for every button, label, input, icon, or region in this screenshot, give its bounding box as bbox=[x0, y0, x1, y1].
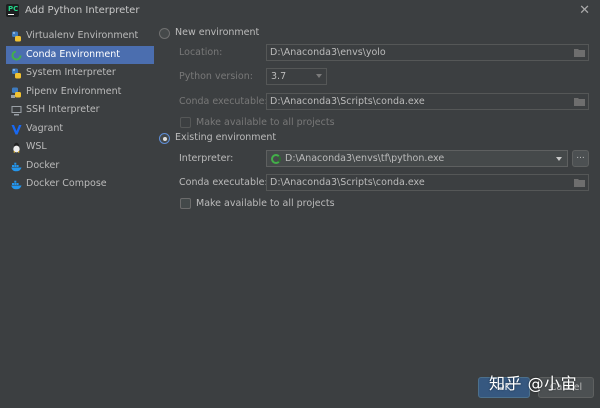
new-environment-label: New environment bbox=[175, 27, 260, 38]
location-field: D:\Anaconda3\envs\yolo bbox=[266, 44, 589, 61]
chevron-down-icon bbox=[316, 74, 322, 78]
python-version-label: Python version: bbox=[179, 71, 253, 82]
python-icon bbox=[12, 68, 21, 79]
sidebar-item-label: Vagrant bbox=[26, 122, 64, 134]
sidebar-item-docker[interactable]: Docker bbox=[6, 157, 154, 176]
folder-icon[interactable] bbox=[574, 178, 585, 187]
conda-executable-field: D:\Anaconda3\Scripts\conda.exe bbox=[266, 174, 589, 191]
pycharm-icon: PC bbox=[6, 4, 19, 17]
conda-executable-label: Conda executable: bbox=[179, 177, 268, 188]
conda-executable-value-new: D:\Anaconda3\Scripts\conda.exe bbox=[270, 96, 425, 107]
browse-interpreter-button[interactable]: ... bbox=[572, 150, 589, 167]
sidebar-item-pipenv[interactable]: Pipenv Environment bbox=[6, 83, 154, 102]
window-title: Add Python Interpreter bbox=[25, 5, 140, 16]
new-environment-radio[interactable] bbox=[159, 28, 170, 39]
python-icon bbox=[12, 31, 21, 42]
sidebar-item-label: SSH Interpreter bbox=[26, 104, 100, 115]
sidebar-item-label: Docker bbox=[26, 159, 60, 171]
chevron-down-icon[interactable] bbox=[556, 157, 562, 161]
conda-executable-label-new: Conda executable: bbox=[179, 96, 268, 107]
make-available-checkbox-new bbox=[180, 117, 191, 128]
sidebar-item-ssh[interactable]: SSH Interpreter bbox=[6, 101, 154, 120]
sidebar-item-virtualenv[interactable]: Virtualenv Environment bbox=[6, 27, 154, 46]
pipenv-icon bbox=[11, 87, 21, 98]
conda-executable-field-new: D:\Anaconda3\Scripts\conda.exe bbox=[266, 93, 589, 110]
linux-icon bbox=[13, 142, 20, 153]
make-available-label-new: Make available to all projects bbox=[196, 117, 335, 128]
conda-icon bbox=[11, 50, 22, 60]
folder-icon[interactable] bbox=[574, 97, 585, 106]
location-value: D:\Anaconda3\envs\yolo bbox=[270, 47, 386, 58]
existing-environment-label: Existing environment bbox=[175, 132, 277, 143]
make-available-label: Make available to all projects bbox=[196, 198, 335, 209]
sidebar-item-wsl[interactable]: WSL bbox=[6, 138, 154, 157]
docker-icon bbox=[11, 162, 22, 171]
sidebar-item-conda[interactable]: Conda Environment bbox=[6, 45, 154, 64]
sidebar-item-label: Virtualenv Environment bbox=[26, 30, 139, 41]
interpreter-value: D:\Anaconda3\envs\tf\python.exe bbox=[285, 153, 445, 164]
sidebar-item-label: System Interpreter bbox=[26, 67, 116, 78]
conda-executable-value: D:\Anaconda3\Scripts\conda.exe bbox=[270, 177, 425, 188]
sidebar-item-label: Docker Compose bbox=[26, 178, 107, 189]
vagrant-icon bbox=[11, 124, 22, 134]
location-label: Location: bbox=[179, 47, 223, 58]
make-available-checkbox[interactable] bbox=[180, 198, 191, 209]
sidebar-item-label: Conda Environment bbox=[26, 48, 120, 60]
existing-environment-radio[interactable] bbox=[159, 133, 170, 144]
sidebar-item-label: Pipenv Environment bbox=[26, 85, 122, 97]
docker-icon bbox=[11, 180, 22, 190]
watermark-text: 知乎 @小宙 bbox=[489, 374, 578, 393]
conda-settings-panel: New environment Location: D:\Anaconda3\e… bbox=[158, 24, 596, 374]
sidebar-item-system[interactable]: System Interpreter bbox=[6, 64, 154, 83]
python-version-select: 3.7 bbox=[266, 68, 327, 85]
folder-icon[interactable] bbox=[574, 48, 585, 57]
interpreter-combobox[interactable]: D:\Anaconda3\envs\tf\python.exe bbox=[266, 150, 568, 167]
title-bar: PC Add Python Interpreter ✕ bbox=[0, 0, 600, 22]
conda-icon bbox=[271, 154, 281, 164]
interpreter-type-list: Virtualenv Environment Conda Environment… bbox=[6, 27, 154, 194]
python-version-value: 3.7 bbox=[271, 71, 287, 82]
ssh-icon bbox=[11, 106, 22, 116]
sidebar-item-vagrant[interactable]: Vagrant bbox=[6, 120, 154, 139]
sidebar-item-label: WSL bbox=[26, 141, 47, 152]
sidebar-item-docker-compose[interactable]: Docker Compose bbox=[6, 175, 154, 194]
interpreter-label: Interpreter: bbox=[179, 153, 234, 164]
close-icon[interactable]: ✕ bbox=[579, 3, 590, 18]
